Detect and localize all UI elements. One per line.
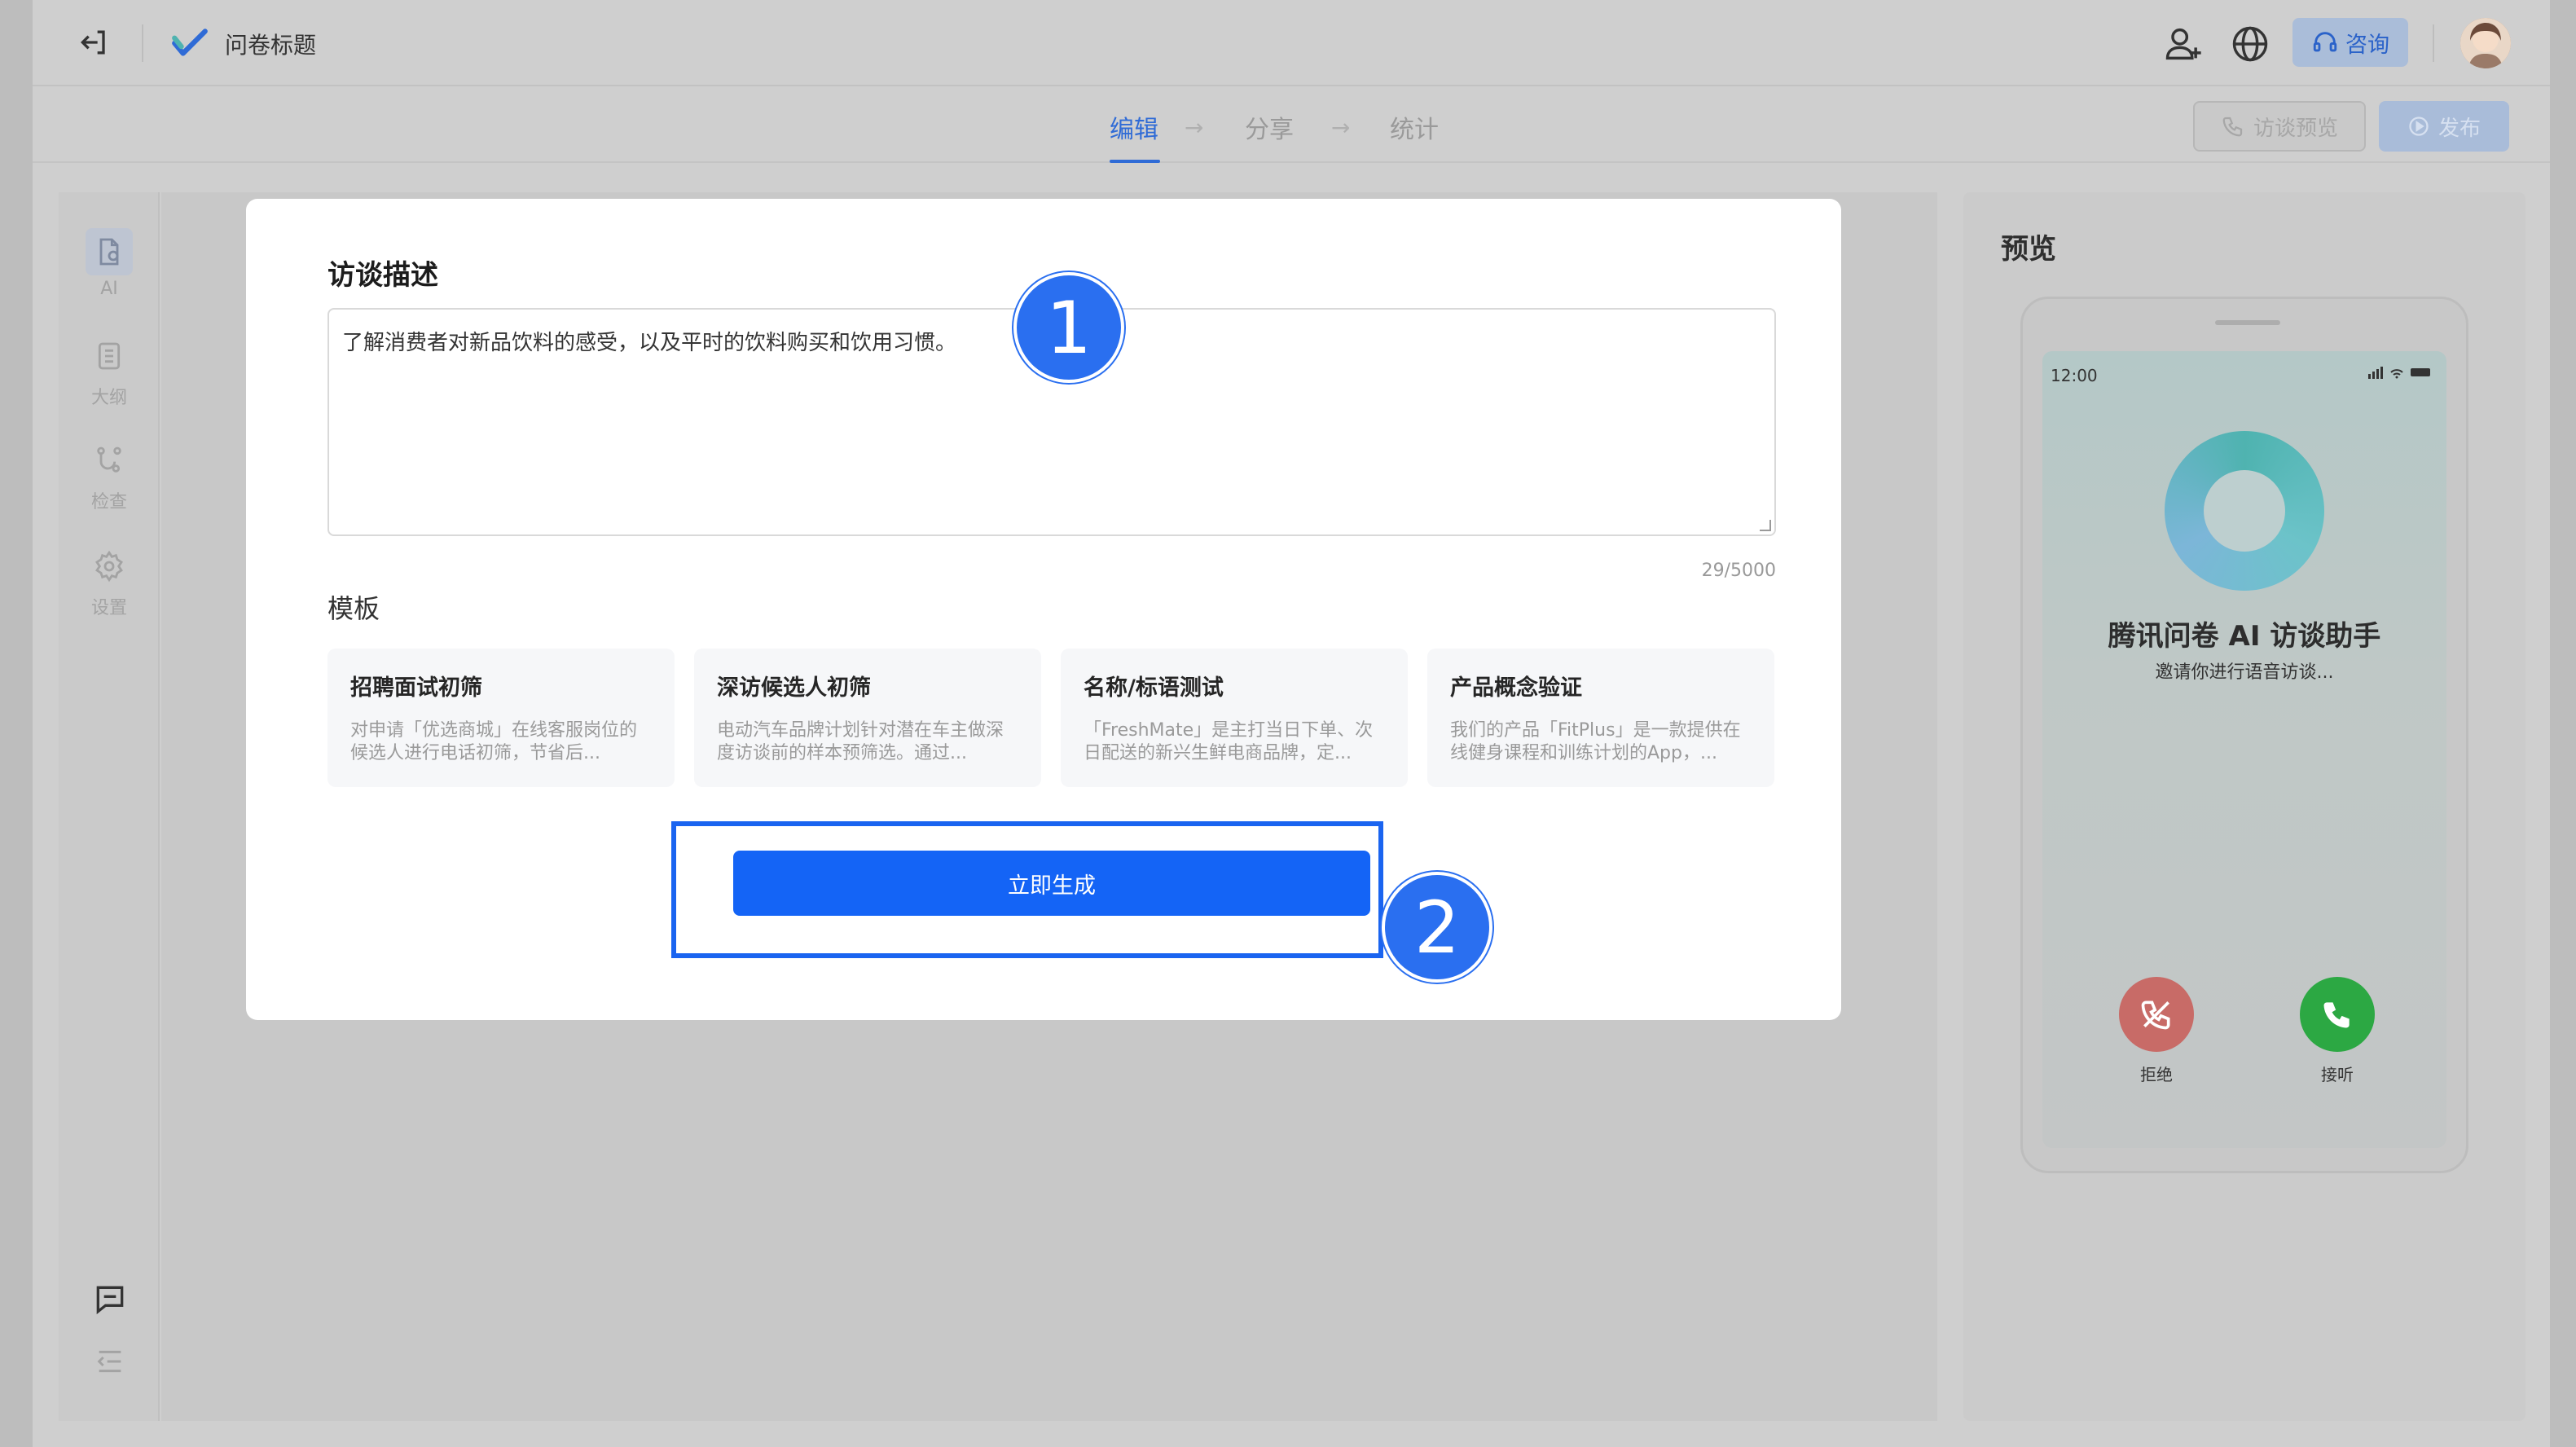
voice-orb: [2165, 431, 2324, 591]
phone-icon: [2222, 117, 2243, 137]
preview-title: 预览: [2001, 233, 2056, 266]
modal-title: 访谈描述: [327, 259, 438, 292]
globe-icon[interactable]: [2229, 23, 2271, 65]
sidebar-item-label: 检查: [90, 492, 127, 512]
char-counter: 29/5000: [1701, 561, 1776, 581]
template-card[interactable]: 产品概念验证 我们的产品「FitPlus」是一款提供在线健身课程和训练计划的Ap…: [1427, 649, 1774, 787]
template-desc: 我们的产品「FitPlus」是一款提供在线健身课程和训练计划的App，...: [1450, 720, 1741, 763]
headset-icon: [2313, 32, 2337, 52]
step-share[interactable]: 分享: [1245, 109, 1294, 145]
description-text: 了解消费者对新品饮料的感受，以及平时的饮料购买和饮用习惯。: [342, 331, 957, 355]
status-icons: [2368, 366, 2433, 382]
message-icon: [96, 1286, 124, 1315]
avatar[interactable]: [2460, 18, 2511, 68]
decline-label: 拒绝: [2140, 1065, 2173, 1084]
add-user-icon[interactable]: [2162, 23, 2205, 65]
left-sidebar: AI 大纲 检查 设置: [59, 192, 160, 1421]
gear-icon: [95, 550, 123, 583]
generate-button[interactable]: 立即生成: [733, 851, 1370, 916]
consult-label: 咨询: [2345, 32, 2389, 58]
sidebar-item-ai[interactable]: AI: [59, 228, 160, 299]
survey-title[interactable]: 问卷标题: [225, 28, 316, 60]
list-icon: [98, 342, 121, 370]
collapse-icon: [97, 1350, 121, 1373]
preview-panel: 预览 12:00 腾讯问卷 AI 访谈助手 邀请你进行语音访谈... 拒绝 接听: [1963, 192, 2525, 1421]
publish-button[interactable]: 发布: [2379, 101, 2509, 152]
decline-button[interactable]: [2119, 977, 2194, 1052]
sidebar-item-settings[interactable]: 设置: [59, 543, 160, 619]
phone-mockup: 12:00 腾讯问卷 AI 访谈助手 邀请你进行语音访谈... 拒绝 接听: [2020, 297, 2468, 1173]
sidebar-item-outline[interactable]: 大纲: [59, 332, 160, 409]
sidebar-item-label: AI: [100, 279, 118, 299]
interview-preview-button[interactable]: 访谈预览: [2193, 101, 2366, 152]
sidebar-item-label: 大纲: [90, 388, 127, 408]
active-step-indicator: [1110, 160, 1160, 163]
step-edit[interactable]: 编辑: [1110, 109, 1158, 145]
decline-call-icon: [2141, 1001, 2170, 1030]
sidebar-item-check[interactable]: 检查: [59, 437, 160, 513]
resize-handle[interactable]: [1760, 520, 1771, 531]
phone-screen: 12:00 腾讯问卷 AI 访谈助手 邀请你进行语音访谈... 拒绝 接听: [2042, 351, 2446, 1148]
exit-icon[interactable]: [77, 24, 112, 60]
steps-bar: 编辑 → 分享 → 统计 访谈预览 发布: [33, 88, 2550, 163]
status-time: 12:00: [2051, 366, 2098, 385]
publish-label: 发布: [2438, 116, 2481, 141]
template-title: 招聘面试初筛: [350, 675, 482, 701]
step-stats[interactable]: 统计: [1390, 109, 1439, 145]
template-title: 名称/标语测试: [1084, 675, 1224, 701]
preview-label: 访谈预览: [2253, 116, 2338, 141]
template-desc: 对申请「优选商城」在线客服岗位的候选人进行电话初筛，节省后...: [350, 720, 638, 763]
template-card[interactable]: 招聘面试初筛 对申请「优选商城」在线客服岗位的候选人进行电话初筛，节省后...: [327, 649, 675, 787]
answer-label: 接听: [2321, 1065, 2354, 1084]
assistant-name: 腾讯问卷 AI 访谈助手: [2108, 620, 2381, 653]
assistant-subtitle: 邀请你进行语音访谈...: [2155, 662, 2334, 683]
collapse-sidebar-button[interactable]: [86, 1338, 134, 1385]
doc-ai-icon: [99, 238, 119, 266]
phone-notch: [2215, 320, 2280, 325]
divider: [2433, 24, 2434, 62]
sidebar-item-label: 设置: [90, 598, 127, 618]
check-flow-icon: [97, 446, 121, 473]
template-card[interactable]: 名称/标语测试 「FreshMate」是主打当日下单、次日配送的新兴生鲜电商品牌…: [1061, 649, 1408, 787]
callout-1: 1: [1013, 272, 1124, 383]
logo-check-icon: [172, 29, 208, 56]
template-desc: 电动汽车品牌计划针对潜在车主做深度访谈前的样本预筛选。通过...: [717, 720, 1004, 763]
template-title: 深访候选人初筛: [717, 675, 871, 701]
answer-call-icon: [2323, 1002, 2350, 1028]
answer-button[interactable]: [2300, 977, 2375, 1052]
callout-2: 2: [1382, 872, 1492, 983]
top-bar: 问卷标题 咨询: [33, 0, 2550, 86]
arrow-icon: →: [1185, 114, 1204, 141]
divider: [142, 24, 143, 62]
play-circle-icon: [2409, 117, 2429, 136]
template-desc: 「FreshMate」是主打当日下单、次日配送的新兴生鲜电商品牌，定...: [1084, 720, 1374, 763]
consult-button[interactable]: 咨询: [2292, 18, 2408, 67]
template-label: 模板: [327, 593, 380, 624]
feedback-button[interactable]: [86, 1276, 134, 1323]
template-card[interactable]: 深访候选人初筛 电动汽车品牌计划针对潜在车主做深度访谈前的样本预筛选。通过...: [694, 649, 1041, 787]
template-title: 产品概念验证: [1450, 675, 1582, 701]
arrow-icon: →: [1331, 114, 1351, 141]
